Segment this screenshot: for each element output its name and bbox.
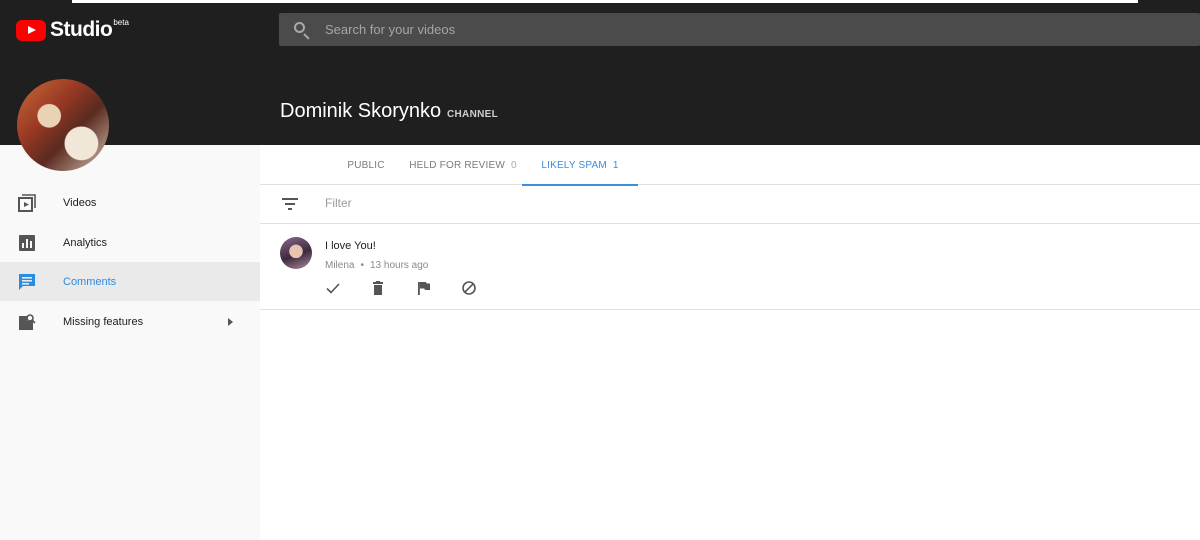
tab-count: 1 bbox=[612, 159, 619, 171]
comment-item: I love You! Milena • 13 hours ago bbox=[260, 225, 1200, 310]
filter-icon[interactable] bbox=[282, 198, 298, 210]
search-bar[interactable] bbox=[279, 13, 1200, 46]
approve-icon[interactable] bbox=[325, 280, 341, 296]
comment-text: I love You! bbox=[325, 240, 376, 252]
tab-count: 0 bbox=[511, 159, 517, 171]
sidebar-item-videos[interactable]: Videos bbox=[0, 183, 260, 222]
tab-likely-spam[interactable]: LIKELY SPAM 1 bbox=[522, 145, 638, 186]
sidebar: Videos Analytics Comments Missing featur… bbox=[0, 145, 260, 540]
comment-meta: Milena • 13 hours ago bbox=[325, 260, 428, 271]
flag-icon[interactable] bbox=[416, 280, 432, 296]
missing-features-icon bbox=[19, 313, 36, 330]
studio-logo[interactable]: Studio beta bbox=[16, 18, 129, 42]
analytics-icon bbox=[19, 234, 35, 251]
comment-time: 13 hours ago bbox=[369, 260, 429, 271]
youtube-play-icon bbox=[16, 20, 46, 41]
meta-separator: • bbox=[360, 260, 364, 271]
filter-input[interactable] bbox=[325, 196, 725, 210]
comment-icon bbox=[19, 273, 35, 290]
top-strip bbox=[0, 0, 1200, 8]
channel-tag: CHANNEL bbox=[447, 109, 498, 120]
delete-icon[interactable] bbox=[370, 280, 386, 296]
main-content: PUBLIC HELD FOR REVIEW 0 LIKELY SPAM 1 I… bbox=[260, 145, 1200, 540]
sidebar-item-label: Missing features bbox=[63, 315, 144, 328]
logo-beta-badge: beta bbox=[113, 18, 129, 27]
tab-label: HELD FOR REVIEW bbox=[409, 159, 506, 171]
sidebar-item-comments[interactable]: Comments bbox=[0, 262, 260, 301]
filter-row bbox=[260, 185, 1200, 224]
block-icon[interactable] bbox=[461, 280, 477, 296]
comment-tabs: PUBLIC HELD FOR REVIEW 0 LIKELY SPAM 1 bbox=[260, 145, 1200, 186]
sidebar-item-missing-features[interactable]: Missing features bbox=[0, 302, 260, 341]
sidebar-item-analytics[interactable]: Analytics bbox=[0, 223, 260, 262]
sidebar-item-label: Analytics bbox=[63, 236, 108, 249]
search-input[interactable] bbox=[325, 22, 1125, 37]
sidebar-item-label: Comments bbox=[63, 275, 117, 288]
comment-author[interactable]: Milena bbox=[325, 260, 354, 271]
channel-avatar[interactable] bbox=[17, 79, 109, 171]
chevron-right-icon bbox=[228, 317, 233, 326]
top-header: Studio beta Dominik Skorynko CHANNEL bbox=[0, 0, 1200, 145]
search-icon[interactable] bbox=[292, 20, 312, 40]
sidebar-item-label: Videos bbox=[63, 196, 97, 209]
channel-name: Dominik Skorynko bbox=[280, 100, 442, 122]
logo-text: Studio bbox=[50, 18, 113, 41]
video-library-icon bbox=[18, 193, 36, 212]
tab-label: LIKELY SPAM bbox=[541, 159, 607, 171]
commenter-avatar[interactable] bbox=[280, 237, 312, 269]
